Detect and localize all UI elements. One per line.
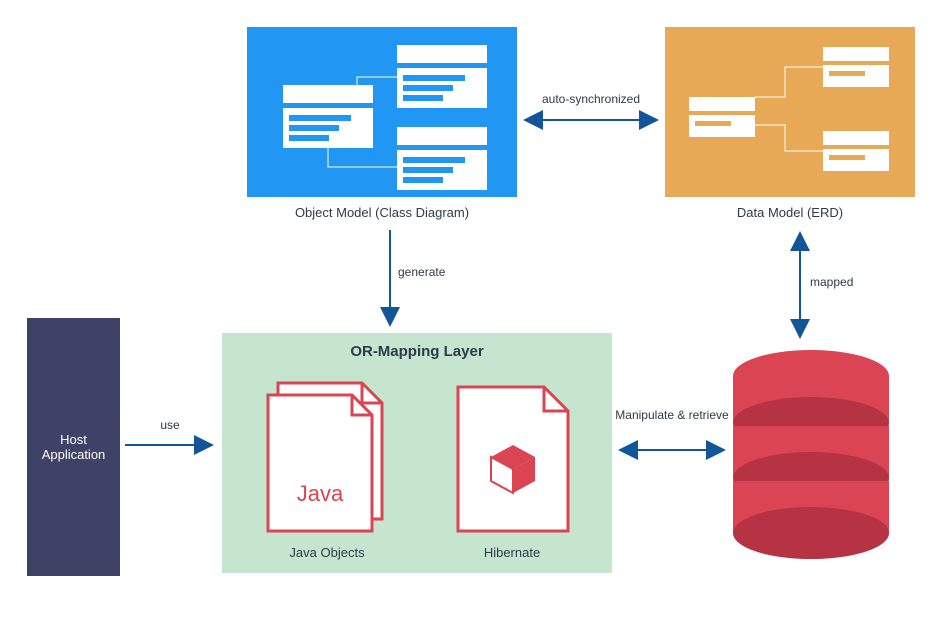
or-mapping-layer-title: OR-Mapping Layer	[222, 343, 612, 360]
auto-sync-label: auto-synchronized	[517, 92, 665, 106]
generate-label: generate	[398, 265, 478, 279]
manipulate-arrow	[612, 435, 732, 465]
object-model-box	[247, 27, 517, 197]
generate-arrow	[380, 225, 400, 335]
java-objects-caption: Java Objects	[252, 545, 402, 560]
host-application-title: Host Application	[33, 432, 114, 462]
java-docs-icon: Java	[264, 381, 394, 541]
hibernate-doc-icon	[450, 381, 580, 541]
class-diagram-icon	[247, 27, 517, 197]
manipulate-label: Manipulate & retrieve	[612, 408, 732, 422]
use-label: use	[120, 418, 220, 432]
data-model-box	[665, 27, 915, 197]
database-icon	[726, 348, 896, 573]
erd-icon	[665, 27, 915, 197]
host-application-box: Host Application	[27, 318, 120, 576]
use-arrow	[120, 430, 220, 460]
auto-sync-arrow	[517, 105, 665, 135]
mapped-label: mapped	[810, 275, 890, 289]
java-text: Java	[297, 481, 344, 506]
object-model-caption: Object Model (Class Diagram)	[247, 205, 517, 220]
hibernate-caption: Hibernate	[437, 545, 587, 560]
diagram-root: Object Model (Class Diagram)	[0, 0, 940, 620]
mapped-arrow	[790, 225, 810, 345]
or-mapping-layer-box: OR-Mapping Layer Java Java Objects	[222, 333, 612, 573]
data-model-caption: Data Model (ERD)	[665, 205, 915, 220]
